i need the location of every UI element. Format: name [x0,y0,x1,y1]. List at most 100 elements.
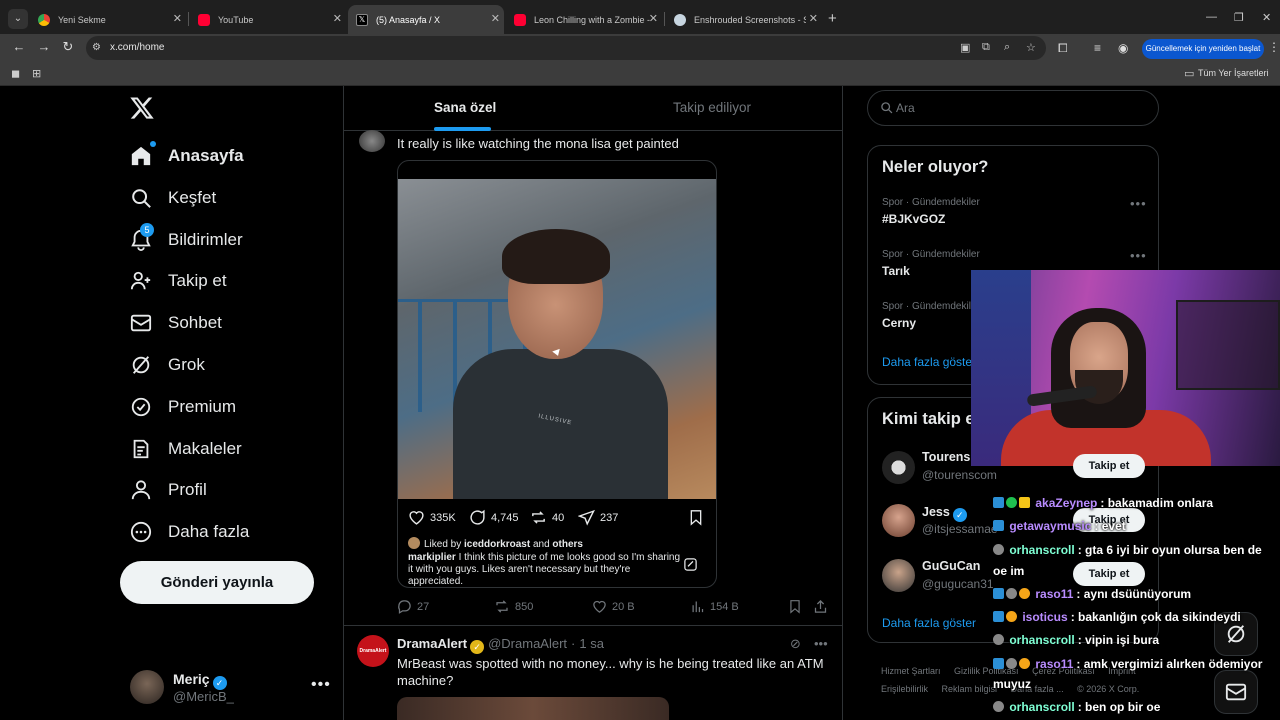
nav-item-more[interactable]: Daha fazla [128,516,249,548]
quoted-post-card[interactable]: ILLUSIVE 335K 4,745 40 237 Liked by iced… [397,160,717,588]
avatar[interactable] [882,451,915,484]
grok-icon[interactable]: ⊘ [790,636,801,652]
back-icon[interactable]: ← [10,39,28,54]
avatar[interactable] [882,504,915,537]
search-box[interactable] [867,90,1159,126]
post-photo[interactable]: ILLUSIVE [398,179,716,499]
chat-username[interactable]: orhanscroll [1009,543,1074,557]
trend-name[interactable]: Cerny [882,316,916,330]
tab-close-icon[interactable]: ✕ [491,13,500,25]
tweet-media[interactable] [397,697,669,720]
share-button[interactable] [813,599,833,614]
search-input[interactable] [896,99,1136,117]
nav-item-grok[interactable]: Grok [128,349,205,381]
repost-button[interactable]: 850 [494,599,533,614]
tab-search-button[interactable]: ⌄ [8,9,28,29]
ig-share-button[interactable]: 237 [578,509,618,526]
tab-close-icon[interactable]: ✕ [809,13,818,25]
account-more-icon[interactable]: ••• [311,676,331,694]
x-logo-icon[interactable] [129,95,155,121]
trend-name[interactable]: #BJKvGOZ [882,212,945,226]
restore-icon[interactable]: ❐ [1234,11,1244,24]
tweet-time[interactable]: 1 sa [579,636,604,651]
bookmark-button[interactable] [788,599,807,614]
extensions-icon[interactable]: ⧠ [1058,41,1068,56]
suggested-user-name[interactable]: Jess ✓ [922,505,967,522]
new-tab-icon[interactable]: + [828,9,837,29]
zoom-icon[interactable]: ⌕ [1004,41,1010,54]
chat-username[interactable]: akaZeynep [1035,496,1097,510]
tab-x-home[interactable]: 𝕏 (5) Anasayfa / X ✕ [348,5,504,34]
url-text[interactable]: x.com/home [110,42,164,53]
account-name[interactable]: Meriç ✓ [173,671,227,690]
author-handle[interactable]: @DramaAlert [488,636,567,651]
tab-youtube[interactable]: YouTube ✕ [190,9,346,30]
nav-item-home[interactable]: Anasayfa [128,140,244,172]
caption-username[interactable]: markiplier [408,552,456,563]
post-button[interactable]: Gönderi yayınla [120,561,314,604]
tweet-more-icon[interactable]: ••• [814,636,828,651]
avatar[interactable] [882,559,915,592]
ig-save-button[interactable] [688,509,709,526]
minimize-icon[interactable]: — [1206,11,1217,23]
apps-grid-icon[interactable]: ⊞ [32,67,41,80]
tab-new-tab[interactable]: Yeni Sekme ✕ [30,9,186,30]
tab-for-you[interactable]: Sana özel [434,100,496,115]
sidebar-toggle-icon[interactable]: ◼ [11,67,20,80]
views-button[interactable]: 154 B [690,599,739,614]
tab-close-icon[interactable]: ✕ [173,13,182,25]
forward-icon[interactable]: → [35,39,53,54]
footer-link[interactable]: Hizmet Şartları [881,666,941,676]
follow-button[interactable]: Takip et [1073,454,1145,478]
reload-icon[interactable]: ↻ [59,39,77,55]
ig-like-button[interactable]: 335K [408,509,456,526]
chat-username[interactable]: getawaymusic [1009,519,1091,533]
all-bookmarks-link[interactable]: Tüm Yer İşaretleri [1198,68,1269,78]
nav-item-explore[interactable]: Keşfet [128,182,216,214]
suggested-user-name[interactable]: GuGuCan [922,559,980,573]
site-info-icon[interactable]: ⚙ [92,42,101,53]
trends-show-more-link[interactable]: Daha fazla göster [882,355,976,369]
ig-comment-button[interactable]: 4,745 [469,509,519,526]
cast-blocked-icon[interactable]: ▣ [960,41,970,54]
address-bar[interactable]: ⚙ x.com/home ▣ ⧉ ⌕ ☆ [86,36,1046,60]
liked-by-others[interactable]: others [552,539,583,550]
media-control-icon[interactable]: ≡ [1094,41,1101,55]
tab-close-icon[interactable]: ✕ [333,13,342,25]
chat-username[interactable]: isoticus [1022,610,1067,624]
nav-item-notifications[interactable]: 5 Bildirimler [128,223,243,256]
close-window-icon[interactable]: ✕ [1262,11,1271,24]
nav-item-profile[interactable]: Profil [128,474,207,506]
chat-username[interactable]: raso11 [1035,657,1073,671]
profile-icon[interactable]: ◉ [1118,41,1128,55]
like-button[interactable]: 20 B [592,599,635,614]
tab-steam[interactable]: Enshrouded Screenshots - Steam ✕ [666,9,822,30]
nav-item-premium[interactable]: Premium [128,391,236,423]
follow-button[interactable]: Takip et [1073,562,1145,586]
tab-following[interactable]: Takip ediliyor [673,100,751,115]
footer-link[interactable]: Reklam bilgisi [942,684,998,694]
alt-text-icon[interactable] [683,557,698,572]
avatar[interactable]: DramaAlert [357,635,389,667]
chat-username[interactable]: raso11 [1035,587,1073,601]
tab-youtube-video[interactable]: Leon Chilling with a Zombie - R ✕ [506,9,662,30]
trend-more-icon[interactable]: ••• [1130,248,1147,263]
ig-repost-button[interactable]: 40 [530,509,564,526]
trend-name[interactable]: Tarık [882,264,910,278]
chat-username[interactable]: orhanscroll [1009,700,1074,714]
nav-item-follow[interactable]: Takip et [128,265,227,297]
nav-item-chat[interactable]: Sohbet [128,307,222,339]
footer-link[interactable]: Erişilebilirlik [881,684,928,694]
tab-close-icon[interactable]: ✕ [649,13,658,25]
chat-username[interactable]: orhanscroll [1009,633,1074,647]
suggested-user-name[interactable]: Tourens [922,450,970,464]
reply-button[interactable]: 27 [397,599,429,614]
avatar[interactable] [359,130,385,152]
liked-by-user[interactable]: iceddorkroast [464,539,530,550]
author-name[interactable]: DramaAlert [397,636,467,651]
install-app-icon[interactable]: ⧉ [982,41,990,54]
browser-menu-icon[interactable]: ⋮ [1268,40,1280,54]
avatar[interactable] [130,670,164,704]
trend-more-icon[interactable]: ••• [1130,196,1147,211]
update-restart-button[interactable]: Güncellemek için yeniden başlat [1142,39,1264,59]
